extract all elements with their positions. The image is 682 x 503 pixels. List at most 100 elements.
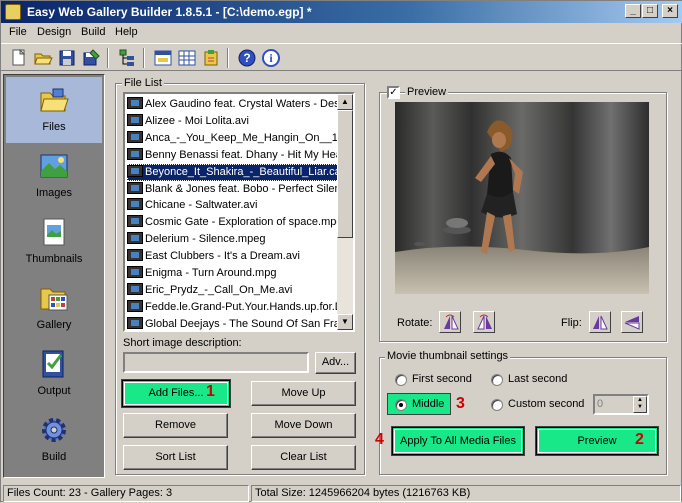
sort-list-button[interactable]: Sort List bbox=[123, 445, 228, 470]
file-name: Cosmic Gate - Exploration of space.mpg bbox=[145, 216, 341, 229]
video-file-icon bbox=[127, 266, 143, 278]
svg-text:?: ? bbox=[243, 51, 250, 65]
list-item[interactable]: Anca_-_You_Keep_Me_Hangin_On__1st bbox=[127, 130, 341, 147]
sidebar-item-images[interactable]: Images bbox=[6, 143, 102, 209]
radio-middle[interactable] bbox=[395, 399, 407, 411]
output-icon bbox=[39, 349, 69, 379]
list-item[interactable]: Cosmic Gate - Exploration of space.mpg bbox=[127, 214, 341, 231]
list-item[interactable]: Benny Benassi feat. Dhany - Hit My Heart bbox=[127, 147, 341, 164]
preview-checkbox-label: Preview bbox=[405, 86, 449, 98]
add-files-label: Add Files... bbox=[148, 387, 204, 399]
info-icon[interactable]: i bbox=[261, 48, 281, 68]
list-item[interactable]: Fedde.le.Grand-Put.Your.Hands.up.for.D bbox=[127, 299, 341, 316]
grid-icon[interactable] bbox=[177, 48, 197, 68]
status-total-size: Total Size: 1245966204 bytes (1216763 KB… bbox=[251, 485, 681, 502]
preview-checkbox[interactable]: ✓ bbox=[387, 86, 400, 99]
step-number-3: 3 bbox=[456, 395, 465, 412]
help-icon[interactable]: ? bbox=[237, 48, 257, 68]
new-icon[interactable] bbox=[9, 48, 29, 68]
flip-vertical-icon[interactable] bbox=[621, 311, 643, 333]
close-button[interactable]: × bbox=[662, 4, 678, 18]
list-item[interactable]: East Clubbers - It's a Dream.avi bbox=[127, 248, 341, 265]
move-up-button[interactable]: Move Up bbox=[251, 381, 356, 406]
apply-to-all-button[interactable]: Apply To All Media Files bbox=[391, 426, 525, 456]
list-item[interactable]: Enigma - Turn Around.mpg bbox=[127, 265, 341, 282]
save-icon[interactable] bbox=[57, 48, 77, 68]
clear-list-button[interactable]: Clear List bbox=[251, 445, 356, 470]
description-input[interactable] bbox=[123, 352, 309, 373]
radio-last-second[interactable] bbox=[491, 374, 503, 386]
list-item[interactable]: Alex Gaudino feat. Crystal Waters - Dest… bbox=[127, 96, 341, 113]
video-file-icon bbox=[127, 215, 143, 228]
video-file-icon bbox=[127, 232, 143, 245]
movie-preview-label: Preview bbox=[577, 435, 617, 447]
radio-custom-second[interactable] bbox=[491, 399, 503, 411]
radio-last-second-label: Last second bbox=[508, 373, 568, 385]
video-file-icon bbox=[127, 113, 143, 126]
tree-icon[interactable] bbox=[117, 48, 137, 68]
menu-design[interactable]: Design bbox=[37, 26, 71, 38]
file-name: Beyonce_It_Shakira_-_Beautiful_Liar.ca bbox=[145, 165, 341, 178]
list-item[interactable]: Eric_Prydz_-_Call_On_Me.avi bbox=[127, 282, 341, 299]
list-item[interactable]: Delerium - Silence.mpeg bbox=[127, 231, 341, 248]
sidebar-item-thumbnails[interactable]: Thumbnails bbox=[6, 209, 102, 275]
rotate-left-icon[interactable] bbox=[439, 311, 461, 333]
save-as-icon[interactable] bbox=[81, 48, 101, 68]
minimize-button[interactable]: _ bbox=[625, 4, 641, 18]
file-name: Blank & Jones feat. Bobo - Perfect Silen… bbox=[145, 182, 341, 195]
list-item[interactable]: Global Deejays - The Sound Of San Franci… bbox=[127, 316, 341, 330]
adv-button[interactable]: Adv... bbox=[315, 352, 356, 374]
sidebar-item-output[interactable]: Output bbox=[6, 341, 102, 407]
thumbnails-icon bbox=[39, 217, 69, 247]
scroll-down-button[interactable]: ▼ bbox=[337, 314, 353, 330]
file-list-scrollbar[interactable]: ▲ ▼ bbox=[337, 94, 353, 330]
file-name: Enigma - Turn Around.mpg bbox=[145, 267, 277, 279]
remove-button[interactable]: Remove bbox=[123, 413, 228, 438]
sidebar-item-gallery[interactable]: Gallery bbox=[6, 275, 102, 341]
page-icon[interactable] bbox=[153, 48, 173, 68]
flip-label: Flip: bbox=[561, 317, 582, 329]
menu-bar: File Design Build Help bbox=[1, 23, 682, 42]
app-icon bbox=[5, 4, 21, 20]
list-item[interactable]: Alizee - Moi Lolita.avi bbox=[127, 113, 341, 130]
file-name: East Clubbers - It's a Dream.avi bbox=[145, 250, 300, 263]
toolbar-separator bbox=[107, 48, 109, 68]
maximize-button[interactable]: □ bbox=[642, 4, 658, 18]
open-icon[interactable] bbox=[33, 48, 53, 68]
sidebar-item-label: Images bbox=[35, 187, 73, 199]
video-file-icon bbox=[127, 181, 143, 194]
file-name: Benny Benassi feat. Dhany - Hit My Heart bbox=[145, 148, 341, 161]
sidebar-item-label: Files bbox=[42, 121, 66, 133]
list-item[interactable]: Chicane - Saltwater.avi bbox=[127, 197, 341, 214]
tools-icon[interactable] bbox=[201, 48, 221, 68]
sidebar-item-label: Build bbox=[41, 451, 67, 463]
gear-icon bbox=[39, 415, 69, 445]
flip-horizontal-icon[interactable] bbox=[589, 311, 611, 333]
app-window: Easy Web Gallery Builder 1.8.5.1 - [C:\d… bbox=[0, 0, 682, 502]
title-bar[interactable]: Easy Web Gallery Builder 1.8.5.1 - [C:\d… bbox=[1, 1, 682, 23]
sidebar-item-label: Output bbox=[37, 385, 71, 397]
file-list[interactable]: Alex Gaudino feat. Crystal Waters - Dest… bbox=[123, 92, 355, 332]
description-label: Short image description: bbox=[123, 337, 242, 349]
menu-help[interactable]: Help bbox=[115, 26, 138, 38]
menu-build[interactable]: Build bbox=[81, 26, 105, 38]
list-item[interactable]: Beyonce_It_Shakira_-_Beautiful_Liar.ca bbox=[127, 163, 341, 181]
custom-second-spinner[interactable]: ▲ ▼ bbox=[633, 396, 647, 413]
scroll-up-button[interactable]: ▲ bbox=[337, 94, 353, 110]
move-down-button[interactable]: Move Down bbox=[251, 413, 356, 438]
scroll-thumb[interactable] bbox=[337, 110, 353, 238]
gallery-icon bbox=[39, 283, 69, 313]
sidebar-item-build[interactable]: Build bbox=[6, 407, 102, 473]
apply-to-all-label: Apply To All Media Files bbox=[400, 435, 516, 447]
video-file-icon bbox=[127, 130, 143, 143]
rotate-right-icon[interactable] bbox=[473, 311, 495, 333]
file-name: Global Deejays - The Sound Of San Franci… bbox=[145, 317, 341, 330]
toolbar: ? i bbox=[1, 43, 682, 71]
video-file-icon bbox=[127, 282, 143, 295]
file-name: Delerium - Silence.mpeg bbox=[145, 233, 266, 246]
file-list-label: File List bbox=[122, 77, 164, 89]
list-item[interactable]: Blank & Jones feat. Bobo - Perfect Silen… bbox=[127, 181, 341, 198]
sidebar-item-files[interactable]: Files bbox=[6, 77, 102, 143]
radio-first-second[interactable] bbox=[395, 374, 407, 386]
menu-file[interactable]: File bbox=[9, 26, 27, 38]
